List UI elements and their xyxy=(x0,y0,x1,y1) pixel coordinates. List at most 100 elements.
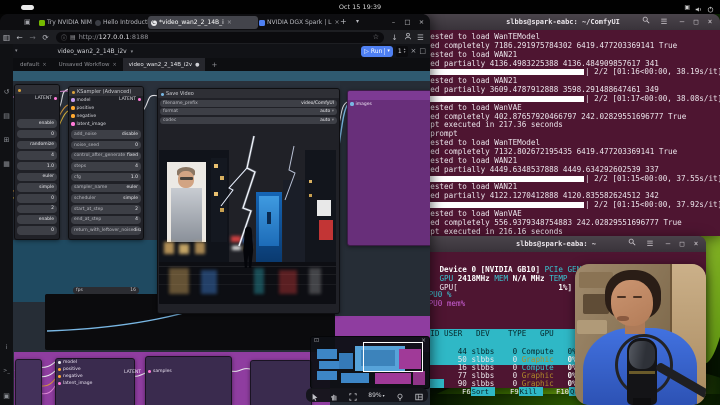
chevron-down-icon[interactable]: ▾ xyxy=(15,48,18,54)
maximize-icon[interactable]: □ xyxy=(402,17,413,27)
input-negative[interactable]: negative xyxy=(69,112,143,120)
browser-tab-dgx[interactable]: NVIDIA DGX Spark | L × xyxy=(256,16,340,29)
fkey-sort[interactable]: F6Sort xyxy=(462,379,495,398)
search-icon[interactable] xyxy=(626,238,638,250)
node-video-purple[interactable]: images xyxy=(347,90,430,246)
node-sampler-low[interactable]: model positive negative latent_image xyxy=(55,358,135,405)
input-samples[interactable]: samples xyxy=(146,367,231,375)
minimap-toggle-icon[interactable] xyxy=(415,386,423,405)
widget-row[interactable]: 1.0 xyxy=(17,162,57,171)
input-positive[interactable]: positive xyxy=(56,366,134,373)
downloads-icon[interactable]: ↓ xyxy=(388,33,401,42)
volume-icon[interactable] xyxy=(695,0,702,17)
menu-icon[interactable]: ☰ xyxy=(414,33,427,42)
widget-row[interactable]: steps4 xyxy=(71,162,141,171)
workflows-history-icon[interactable]: ↺ xyxy=(0,88,13,96)
minimap-panel[interactable]: ⊡ × xyxy=(310,336,430,389)
tray-app-icon[interactable]: ▣ xyxy=(684,4,690,11)
input-negative[interactable]: negative xyxy=(56,373,134,380)
node-purple-stub[interactable] xyxy=(15,359,42,405)
url-text[interactable]: http://127.0.0.1:8188 xyxy=(79,33,149,41)
run-button[interactable]: ▷ Run ▾ xyxy=(361,46,393,57)
queue-panel-icon[interactable]: □ xyxy=(419,47,426,55)
widget-row[interactable]: cfg1.0 xyxy=(71,173,141,182)
batch-count-stepper[interactable]: 1 ▴▾ xyxy=(396,46,408,57)
close-icon[interactable]: × xyxy=(227,19,232,26)
fkey-kill[interactable]: F9Kill xyxy=(510,379,543,398)
widget-row[interactable]: enable xyxy=(17,119,57,128)
power-icon[interactable] xyxy=(707,0,714,17)
workflow-tab-unsaved[interactable]: Unsaved Workflow× xyxy=(53,58,123,71)
account-icon[interactable] xyxy=(401,32,414,42)
filename-prefix-field[interactable]: filename_prefixvideo/ComfyUI xyxy=(160,100,337,107)
queue-icon[interactable]: ▦ xyxy=(0,160,13,168)
widget-row[interactable]: 0 xyxy=(17,226,57,235)
menu-icon[interactable]: ☰ xyxy=(658,16,670,28)
menu-icon[interactable]: ☰ xyxy=(644,238,656,250)
minimize-icon[interactable]: – xyxy=(662,238,674,250)
reload-icon[interactable]: ⟳ xyxy=(39,33,52,42)
close-icon[interactable]: × xyxy=(704,16,716,28)
shortcuts-icon[interactable]: ▣ xyxy=(0,392,13,400)
close-icon[interactable]: × xyxy=(416,17,427,27)
node-library-icon[interactable]: ▤ xyxy=(0,112,13,120)
clock[interactable]: Oct 15 19:39 xyxy=(0,0,720,14)
format-field[interactable]: formatauto ▾ xyxy=(160,108,337,115)
site-info-icon[interactable]: ⓘ xyxy=(61,33,67,42)
model-library-icon[interactable]: ⊞ xyxy=(0,136,13,144)
codec-field[interactable]: codecauto ▾ xyxy=(160,117,337,124)
select-tool-icon[interactable] xyxy=(311,386,319,405)
widget-row[interactable]: return_with_leftover_noisedisable xyxy=(71,226,141,235)
close-icon[interactable]: × xyxy=(112,62,116,68)
widget-row[interactable]: add_noisedisable xyxy=(71,130,141,139)
search-icon[interactable] xyxy=(640,16,652,28)
close-icon[interactable]: × xyxy=(690,238,702,250)
pan-tool-icon[interactable] xyxy=(330,386,338,405)
minimap-viewport[interactable] xyxy=(363,342,423,372)
node-vae-decode[interactable]: LATENT samples xyxy=(145,356,232,405)
workflow-menu[interactable]: video_wan2_2_14B_i2v ▾ xyxy=(58,48,136,55)
sidebar-toggle-icon[interactable]: ▥ xyxy=(0,33,13,42)
input-images[interactable]: images xyxy=(348,100,430,108)
browser-tab-hello[interactable]: Hello Introduction × xyxy=(92,16,150,29)
widget-row[interactable]: start_at_step2 xyxy=(71,205,141,214)
zoom-level[interactable]: 89%▾ xyxy=(368,392,384,399)
new-workflow-button[interactable]: + xyxy=(211,61,217,69)
system-tray[interactable]: ▣ xyxy=(684,0,714,14)
widget-row[interactable]: 4 xyxy=(17,151,57,160)
maximize-icon[interactable]: □ xyxy=(676,238,688,250)
output-latent[interactable]: LATENT xyxy=(119,97,141,102)
forward-icon[interactable]: → xyxy=(26,33,39,42)
output-latent[interactable]: LATENT xyxy=(35,96,57,101)
widget-row[interactable]: control_after_generatefixed xyxy=(71,152,141,161)
terminal-titlebar[interactable]: slbbs@spark-eabc: ~/ComfyUI ☰ – □ × xyxy=(406,14,720,30)
terminal-window-comfyui[interactable]: slbbs@spark-eabc: ~/ComfyUI ☰ – □ × Requ… xyxy=(406,14,720,236)
workflow-tab-wan[interactable]: video_wan2_2_14B_i2v● xyxy=(123,58,206,71)
address-bar[interactable]: ⓘ ▤ http://127.0.0.1:8188 ☆ xyxy=(56,32,384,43)
new-tab-button[interactable]: + xyxy=(340,17,347,26)
bookmark-star-icon[interactable]: ☆ xyxy=(373,33,379,41)
node-canvas[interactable]: fps16 xyxy=(13,71,430,405)
close-icon[interactable]: × xyxy=(334,19,339,26)
input-positive[interactable]: positive xyxy=(69,104,143,112)
widget-row[interactable]: sampler_nameeuler xyxy=(71,184,141,193)
browser-tab-nim[interactable]: Try NVIDIA NIM APIs × xyxy=(36,16,94,29)
input-latent-image[interactable]: latent_image xyxy=(69,120,143,128)
terminal-toggle-icon[interactable]: >_ xyxy=(0,368,13,374)
widget-row[interactable]: enable xyxy=(17,215,57,224)
input-model[interactable]: model xyxy=(56,359,134,366)
tab-overview-icon[interactable]: ▣ xyxy=(24,18,31,26)
node-ksampler-advanced[interactable]: KSampler (Advanced) LATENT model positiv… xyxy=(68,86,144,240)
widget-row[interactable]: schedulersimple xyxy=(71,194,141,203)
widget-row[interactable]: 0 xyxy=(17,194,57,203)
maximize-icon[interactable]: □ xyxy=(690,16,702,28)
close-icon[interactable]: × xyxy=(42,62,46,68)
node-purple-small[interactable] xyxy=(250,360,312,405)
browser-tab-comfyui[interactable]: C *video_wan2_2_14B_i × xyxy=(148,16,258,29)
workflow-tab-default[interactable]: default× xyxy=(14,58,53,71)
widget-row[interactable]: randomize xyxy=(17,141,57,150)
back-icon[interactable]: ← xyxy=(13,33,26,42)
minimize-icon[interactable]: – xyxy=(676,16,688,28)
info-icon[interactable]: i xyxy=(0,344,13,351)
fit-view-icon[interactable] xyxy=(349,386,357,405)
